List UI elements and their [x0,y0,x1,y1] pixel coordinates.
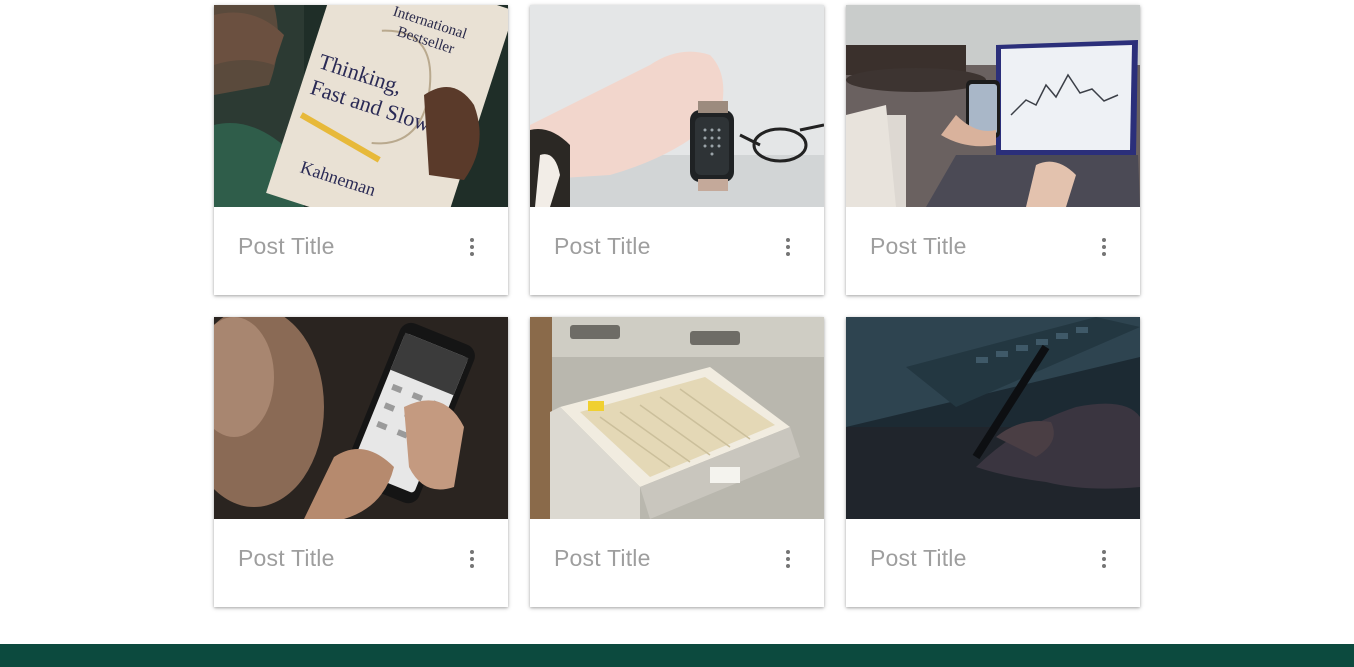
posts-grid: International Bestseller Thinking, Fast … [214,5,1140,607]
post-image-laptop[interactable] [846,5,1140,207]
more-vert-icon[interactable] [1094,547,1114,571]
site-footer [0,644,1354,667]
post-card[interactable]: International Bestseller Thinking, Fast … [214,5,508,295]
post-card-footer: Post Title [846,519,1140,607]
post-card[interactable]: Post Title [846,317,1140,607]
more-vert-icon[interactable] [462,235,482,259]
post-title[interactable]: Post Title [238,233,335,260]
post-card-footer: Post Title [214,207,508,295]
more-vert-icon[interactable] [778,235,798,259]
post-title[interactable]: Post Title [554,233,651,260]
more-vert-icon[interactable] [462,547,482,571]
post-card[interactable]: Post Title [846,5,1140,295]
post-card-footer: Post Title [530,519,824,607]
post-card-footer: Post Title [214,519,508,607]
post-image-writing[interactable] [846,317,1140,519]
post-image-file-cabinet[interactable] [530,317,824,519]
post-image-phone[interactable] [214,317,508,519]
post-image-watch[interactable] [530,5,824,207]
post-title[interactable]: Post Title [870,233,967,260]
post-card[interactable]: Post Title [530,317,824,607]
more-vert-icon[interactable] [1094,235,1114,259]
post-card[interactable]: Post Title [214,317,508,607]
post-title[interactable]: Post Title [870,545,967,572]
post-card-footer: Post Title [846,207,1140,295]
post-card-footer: Post Title [530,207,824,295]
post-title[interactable]: Post Title [554,545,651,572]
more-vert-icon[interactable] [778,547,798,571]
post-image-book[interactable]: International Bestseller Thinking, Fast … [214,5,508,207]
post-card[interactable]: Post Title [530,5,824,295]
post-title[interactable]: Post Title [238,545,335,572]
